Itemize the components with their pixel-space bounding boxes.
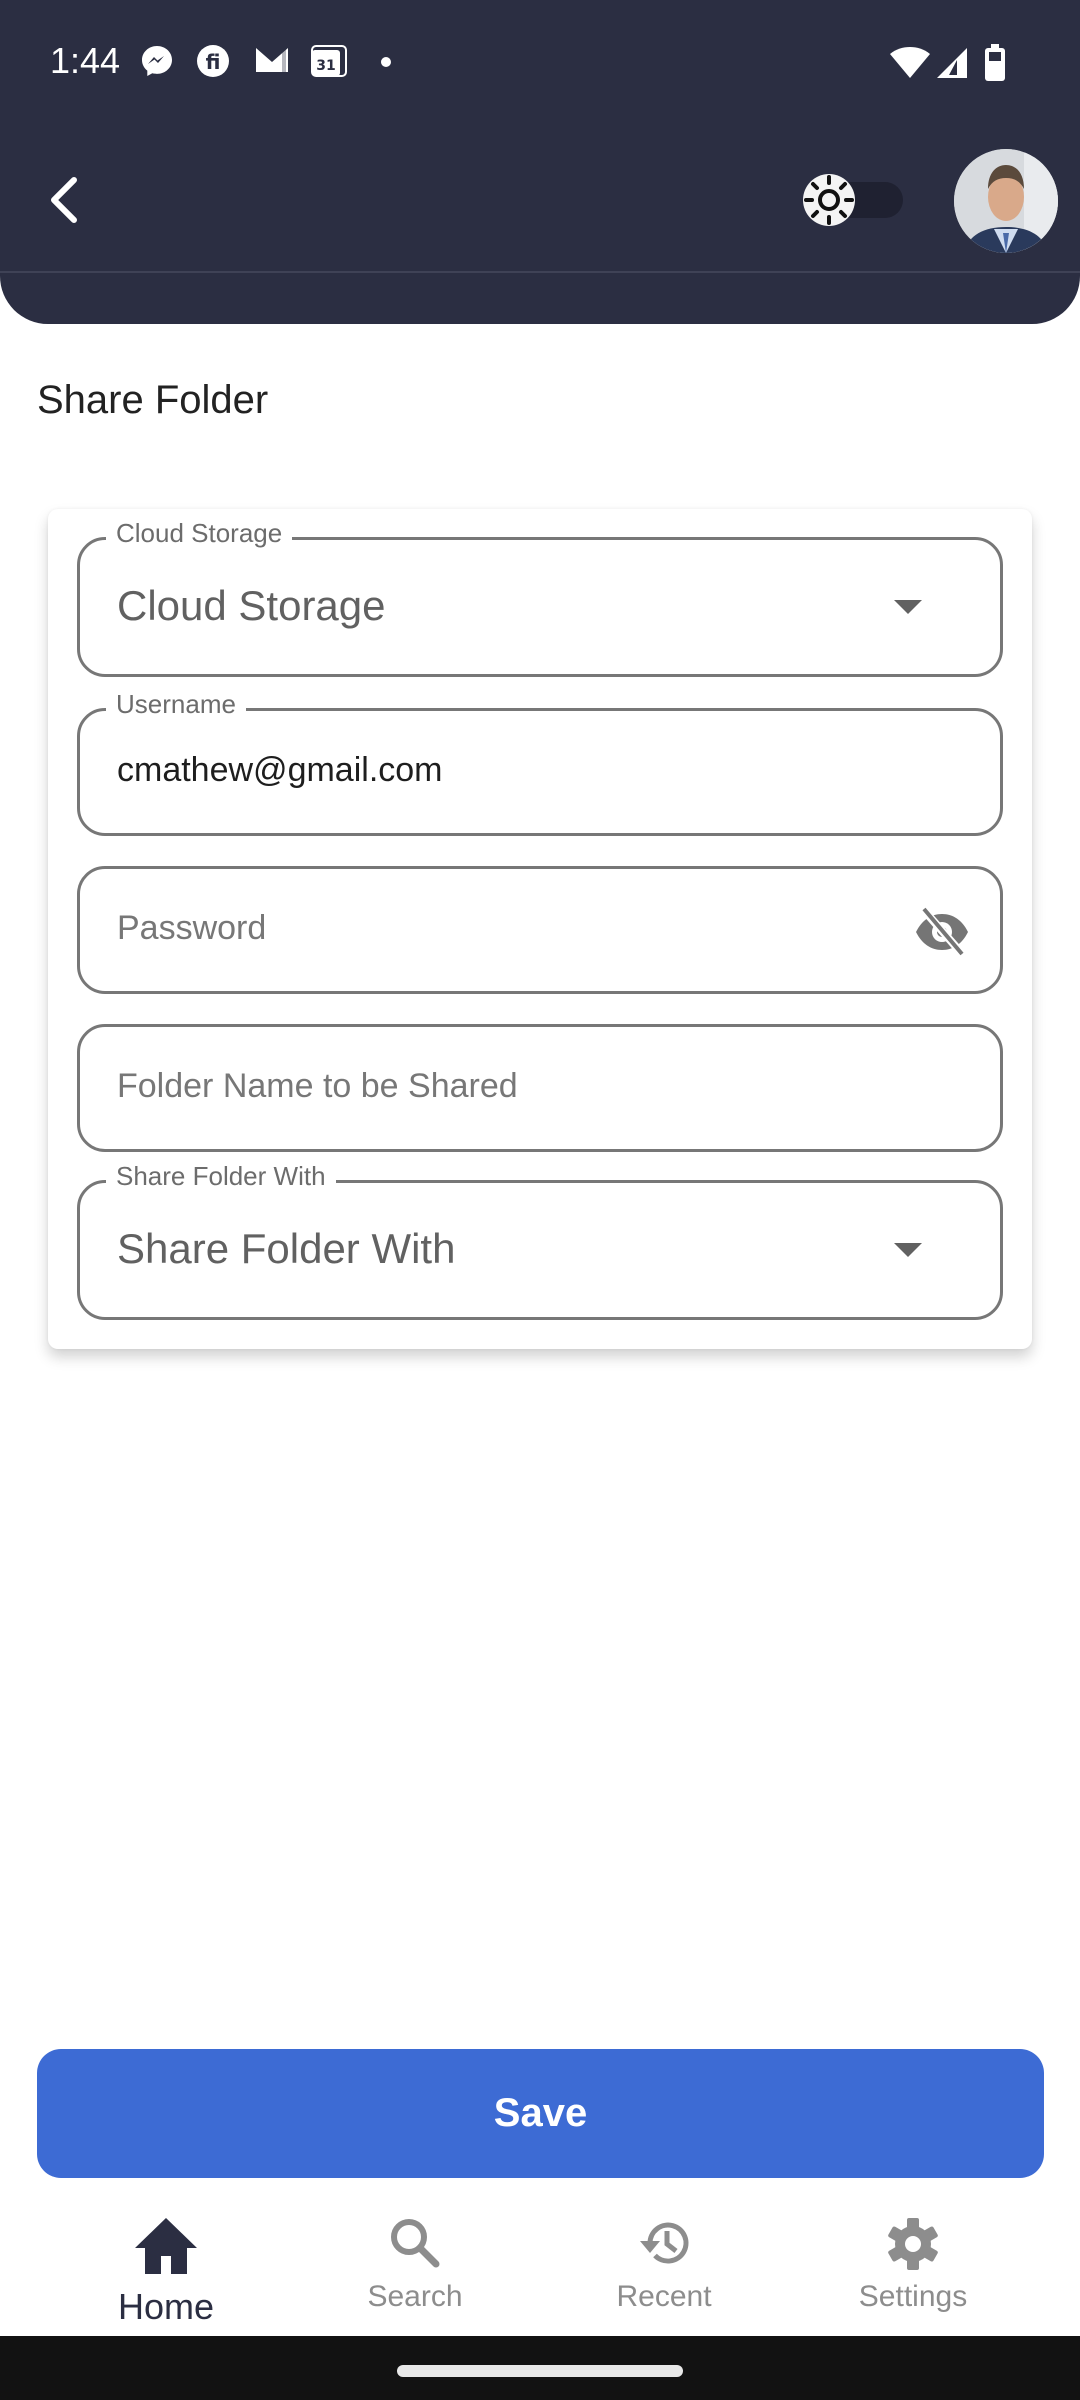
wifi-icon xyxy=(890,47,930,78)
battery-icon xyxy=(985,44,1005,81)
user-avatar[interactable] xyxy=(954,149,1058,253)
dropdown-caret-icon xyxy=(894,1243,922,1257)
home-icon xyxy=(135,2218,197,2274)
messenger-icon xyxy=(142,46,172,76)
search-icon xyxy=(391,2219,440,2268)
page-title: Share Folder xyxy=(37,378,269,422)
visibility-off-icon[interactable] xyxy=(912,905,972,959)
fi-app-icon: fi xyxy=(197,45,229,77)
avatar-image xyxy=(954,149,1058,253)
cellular-signal-icon xyxy=(937,48,967,78)
toggle-thumb xyxy=(803,174,855,226)
username-input[interactable]: cmathew@gmail.com xyxy=(117,751,443,790)
nav-item-settings[interactable]: Settings xyxy=(788,2190,1038,2336)
cloud-storage-label: Cloud Storage xyxy=(106,518,293,549)
svg-text:31: 31 xyxy=(316,58,335,74)
gmail-icon xyxy=(256,48,288,72)
bottom-navigation: Home Search Recent Settings xyxy=(0,2190,1080,2336)
more-dot-icon xyxy=(381,57,391,67)
cloud-storage-value: Cloud Storage xyxy=(117,582,386,629)
username-label: Username xyxy=(106,689,246,720)
gear-icon xyxy=(888,2218,938,2270)
share-folder-with-label: Share Folder With xyxy=(106,1161,336,1192)
save-button[interactable]: Save xyxy=(37,2049,1044,2178)
chevron-left-icon xyxy=(51,177,77,223)
nav-label-settings: Settings xyxy=(858,2280,968,2313)
dropdown-caret-icon xyxy=(894,600,922,614)
username-field[interactable]: Username cmathew@gmail.com xyxy=(77,689,1003,836)
home-gesture-handle[interactable] xyxy=(397,2365,683,2377)
nav-item-home[interactable]: Home xyxy=(41,2190,291,2336)
app-header: 1:44 fi 31 xyxy=(0,0,1080,324)
system-navigation-bar xyxy=(0,2336,1080,2400)
nav-item-search[interactable]: Search xyxy=(290,2190,540,2336)
history-icon xyxy=(640,2222,689,2264)
svg-text:fi: fi xyxy=(206,50,221,74)
share-folder-with-dropdown[interactable]: Share Folder With Share Folder With xyxy=(77,1161,1003,1320)
header-divider xyxy=(0,271,1080,273)
cloud-storage-dropdown[interactable]: Cloud Storage Cloud Storage xyxy=(77,518,1003,677)
password-field[interactable]: Password xyxy=(77,866,1003,994)
nav-label-home: Home xyxy=(117,2286,215,2327)
nav-label-recent: Recent xyxy=(616,2280,712,2313)
status-time: 1:44 xyxy=(50,40,121,81)
folder-name-field[interactable]: Folder Name to be Shared xyxy=(77,1024,1003,1152)
password-input[interactable]: Password xyxy=(117,909,266,948)
sun-icon xyxy=(804,175,854,225)
theme-toggle[interactable] xyxy=(803,174,903,226)
nav-label-search: Search xyxy=(367,2280,463,2313)
share-folder-with-value: Share Folder With xyxy=(117,1225,456,1272)
folder-name-input[interactable]: Folder Name to be Shared xyxy=(117,1067,518,1106)
calendar-icon: 31 xyxy=(311,45,347,77)
nav-item-recent[interactable]: Recent xyxy=(539,2190,789,2336)
back-button[interactable] xyxy=(40,160,100,240)
